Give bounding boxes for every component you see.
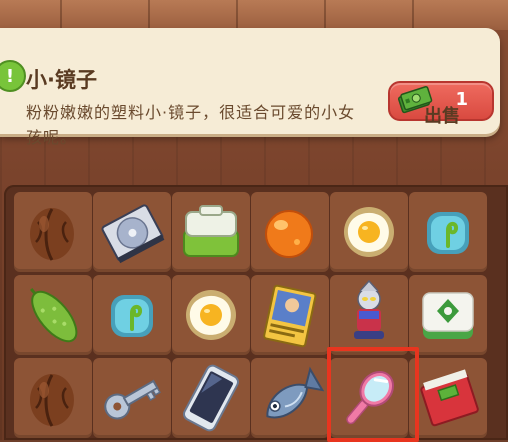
fern-bubble-icon <box>111 295 153 337</box>
orange-ball-icon <box>265 210 313 258</box>
slot-bitter-melon[interactable] <box>14 275 92 355</box>
bitter-melon-icon <box>29 287 78 343</box>
slot-fern-bubble[interactable] <box>93 275 171 355</box>
slot-fried-egg[interactable] <box>172 275 250 355</box>
mahjong-tile-icon <box>422 292 474 339</box>
sell-label[interactable]: 出售 <box>424 102 460 128</box>
trading-card-icon <box>263 284 317 348</box>
slot-hero-figure[interactable] <box>330 275 408 355</box>
top-wood-strip <box>0 0 508 30</box>
item-description: 粉粉嫩嫩的塑料小·镜子，很适合可爱的小女孩呢。 <box>26 103 356 147</box>
slot-cd-case[interactable] <box>93 192 171 272</box>
walnut-icon <box>30 208 74 261</box>
lunch-box-icon <box>183 205 239 257</box>
slot-walnut[interactable] <box>14 192 92 272</box>
slot-trading-card[interactable] <box>251 275 329 355</box>
fried-egg-icon <box>186 290 236 340</box>
slot-red-book[interactable] <box>409 358 487 438</box>
hero-figure-icon <box>354 279 384 339</box>
slot-mahjong-tile[interactable] <box>409 275 487 355</box>
slot-lunch-box[interactable] <box>172 192 250 272</box>
slot-fried-egg[interactable] <box>330 192 408 272</box>
walnut-icon <box>30 374 74 427</box>
item-title: 小·镜子 <box>26 68 97 92</box>
item-info-panel: ! 小·镜子 粉粉嫩嫩的塑料小·镜子，很适合可爱的小女孩呢。 1 出售 <box>0 28 500 147</box>
slot-fern-bubble[interactable] <box>409 192 487 272</box>
slot-smartphone[interactable] <box>172 358 250 438</box>
red-book-icon <box>420 369 479 427</box>
fish-icon <box>266 366 325 419</box>
fried-egg-icon <box>344 207 394 257</box>
key-icon <box>104 379 161 420</box>
selected-slot-highlight <box>327 347 419 442</box>
cd-case-icon <box>101 204 165 264</box>
slot-walnut[interactable] <box>14 358 92 438</box>
slot-key[interactable] <box>93 358 171 438</box>
slot-fish[interactable] <box>251 358 329 438</box>
smartphone-icon <box>183 364 239 432</box>
slot-orange-ball[interactable] <box>251 192 329 272</box>
alert-icon: ! <box>0 60 26 92</box>
fern-bubble-icon <box>427 212 469 254</box>
